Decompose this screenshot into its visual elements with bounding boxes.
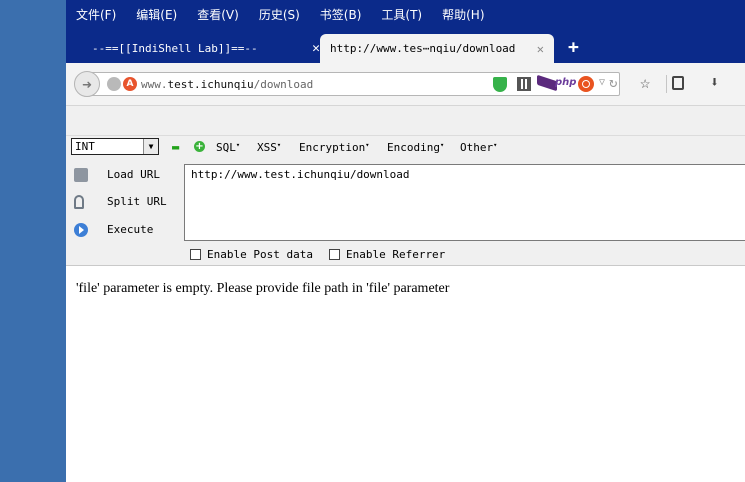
php-icon[interactable]: php [555,77,576,88]
bookmarks-toolbar [66,106,745,135]
menu-file[interactable]: 文件(F) [76,6,126,23]
menu-encryption[interactable]: Encryption▾ [299,141,369,154]
load-icon [74,167,88,182]
scissors-icon [74,194,84,209]
increase-icon[interactable]: + [194,141,205,152]
menu-bar: 文件(F) 编辑(E) 查看(V) 历史(S) 书签(B) 工具(T) 帮助(H… [66,0,745,28]
qr-code-icon[interactable] [517,77,531,91]
hackbar-url-input[interactable]: http://www.test.ichunqiu/download [184,164,745,241]
desktop-background [0,0,66,482]
menu-sql[interactable]: SQL▾ [216,141,240,154]
enable-post-label: Enable Post data [207,248,313,261]
play-icon [74,222,88,237]
int-select[interactable]: INT ▼ [71,138,159,155]
page-message: 'file' parameter is empty. Please provid… [76,281,450,296]
menu-encoding[interactable]: Encoding▾ [387,141,444,154]
execute-label: Execute [107,223,154,236]
split-url-button[interactable]: Split URL [66,189,184,214]
menu-other[interactable]: Other▾ [460,141,497,154]
shield-icon[interactable] [493,77,507,92]
wappalyzer-icon[interactable] [537,74,557,92]
bookmark-star-icon[interactable]: ☆ [640,74,650,92]
decrease-icon[interactable]: ▬ [172,140,179,154]
enable-referrer-checkbox[interactable] [328,249,340,260]
new-tab-button[interactable]: + [568,38,579,58]
tab-indishell[interactable]: --==[[IndiShell Lab]]==-- ✕ [78,34,326,63]
load-url-button[interactable]: Load URL [66,162,184,187]
load-url-label: Load URL [107,168,160,181]
hackbar-options: Enable Post data Enable Referrer [190,248,445,261]
menu-history[interactable]: 历史(S) [259,6,310,23]
back-button[interactable]: ➜ [74,71,100,97]
url-bar[interactable]: A www.test.ichunqiu/download php ▽ ↻ [88,72,620,96]
tab-title: http://www.tes⋯nqiu/download [330,42,516,55]
url-text[interactable]: www.test.ichunqiu/download [141,78,313,91]
tab-close-icon[interactable]: ✕ [312,41,320,56]
tab-bar: --==[[IndiShell Lab]]==-- ✕ http://www.t… [66,28,745,63]
enable-referrer-option[interactable]: Enable Referrer [328,248,446,261]
tab-download[interactable]: http://www.tes⋯nqiu/download ✕ [320,34,554,63]
ubuntu-icon[interactable] [578,76,594,92]
browser-window: 文件(F) 编辑(E) 查看(V) 历史(S) 书签(B) 工具(T) 帮助(H… [66,0,745,482]
enable-post-option[interactable]: Enable Post data [190,248,313,261]
site-identity-icon[interactable] [107,77,121,91]
menu-tools[interactable]: 工具(T) [381,6,432,23]
menu-edit[interactable]: 编辑(E) [136,6,187,23]
execute-button[interactable]: Execute [66,217,184,242]
toolbar-separator [666,75,667,93]
enable-referrer-label: Enable Referrer [345,248,446,261]
adblock-icon[interactable]: A [123,77,137,91]
back-arrow-icon: ➜ [82,74,92,94]
split-url-label: Split URL [107,195,167,208]
tab-title: --==[[IndiShell Lab]]==-- [92,42,258,55]
reading-list-icon[interactable] [672,76,684,90]
chevron-down-icon[interactable]: ▽ [599,77,605,88]
menu-view[interactable]: 查看(V) [197,6,249,23]
chevron-down-icon[interactable]: ▼ [143,139,158,154]
menu-xss[interactable]: XSS▾ [257,141,281,154]
enable-post-checkbox[interactable] [190,249,201,260]
tab-close-icon[interactable]: ✕ [537,42,544,56]
menu-bookmarks[interactable]: 书签(B) [320,6,372,23]
int-select-value: INT [75,140,95,153]
content-divider [66,265,745,266]
menu-help[interactable]: 帮助(H) [442,6,494,23]
navigation-toolbar: A www.test.ichunqiu/download php ▽ ↻ ➜ ☆… [66,63,745,106]
reload-icon[interactable]: ↻ [609,75,617,91]
hackbar-panel: INT ▼ ▬ + SQL▾ XSS▾ Encryption▾ Encoding… [66,135,745,266]
download-icon[interactable]: ⬇ [710,73,719,91]
